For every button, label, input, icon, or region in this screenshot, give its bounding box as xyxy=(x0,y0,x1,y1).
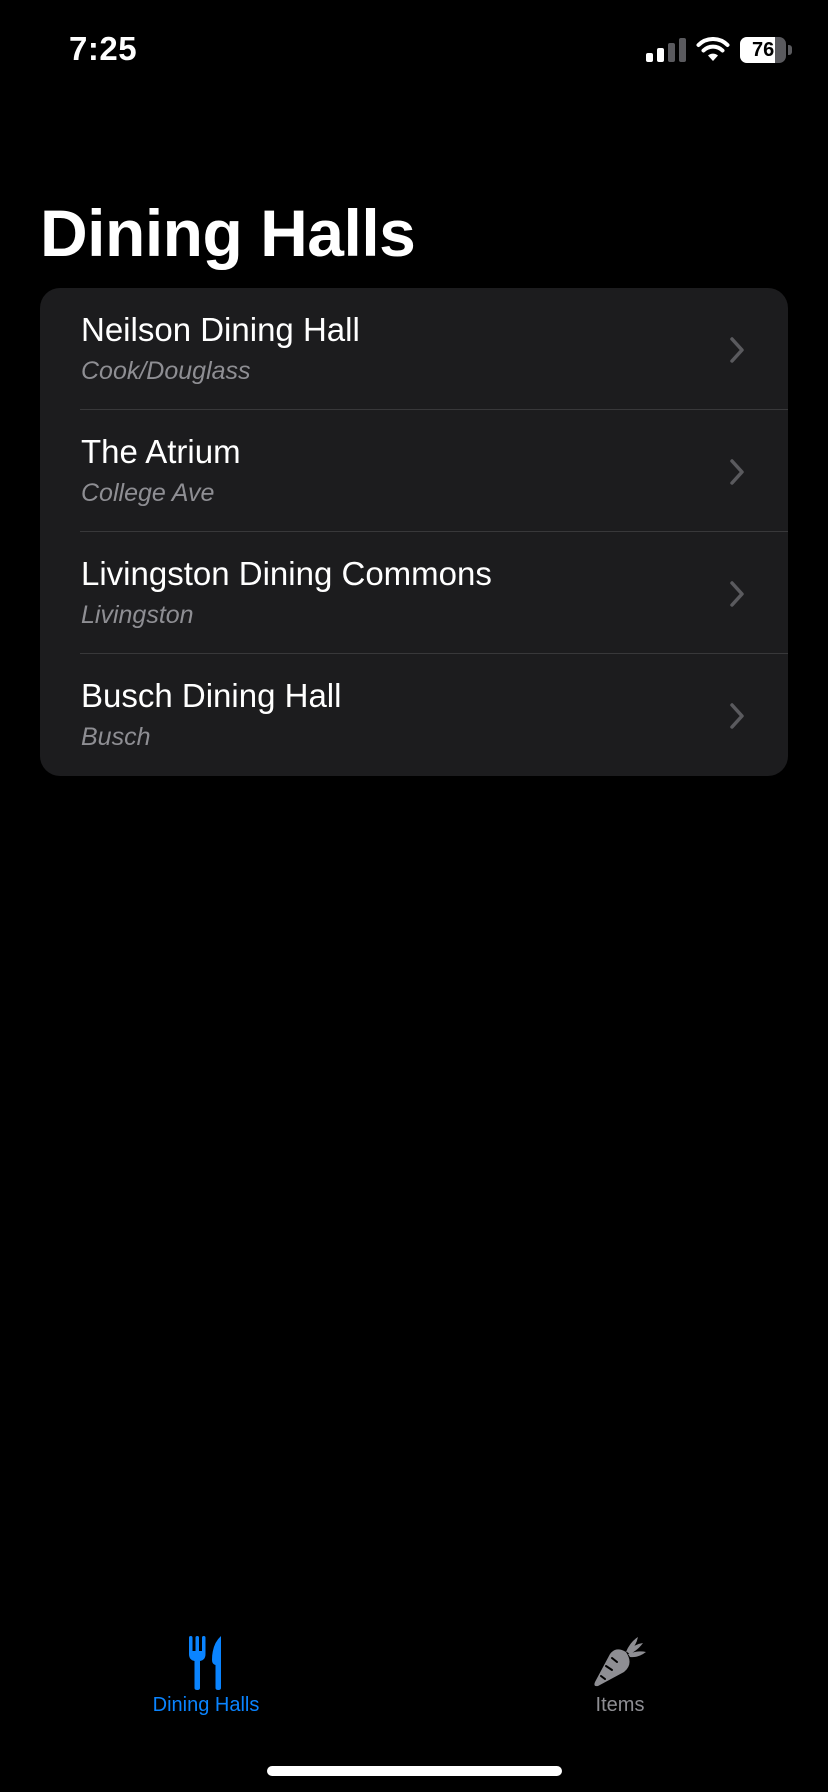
dining-hall-campus: Busch xyxy=(81,723,151,751)
dining-hall-campus: Livingston xyxy=(81,601,194,629)
status-bar: 7:25 76 xyxy=(0,0,828,100)
battery-icon: 76 xyxy=(740,37,792,63)
dining-hall-name: Neilson Dining Hall xyxy=(81,311,360,348)
wifi-icon xyxy=(696,37,730,61)
battery-percent: 76 xyxy=(751,39,775,61)
fork-knife-icon xyxy=(189,1636,221,1690)
dining-hall-name: The Atrium xyxy=(81,433,241,470)
chevron-right-icon xyxy=(730,337,744,363)
tab-items[interactable]: Items xyxy=(520,1620,720,1717)
chevron-right-icon xyxy=(730,581,744,607)
dining-hall-campus: College Ave xyxy=(81,479,215,507)
cellular-signal-icon xyxy=(646,38,686,62)
screen: 7:25 76 Dining Halls Neilson Dining Hall… xyxy=(0,0,828,1792)
tab-dining-halls[interactable]: Dining Halls xyxy=(106,1620,306,1717)
dining-hall-row[interactable]: Neilson Dining Hall Cook/Douglass xyxy=(40,288,788,410)
dining-hall-campus: Cook/Douglass xyxy=(81,357,251,385)
page-title: Dining Halls xyxy=(40,196,416,270)
dining-hall-name: Busch Dining Hall xyxy=(81,677,342,714)
carrot-icon xyxy=(594,1637,646,1687)
chevron-right-icon xyxy=(730,703,744,729)
dining-hall-row[interactable]: Livingston Dining Commons Livingston xyxy=(40,532,788,654)
status-time: 7:25 xyxy=(69,30,138,67)
tab-label: Dining Halls xyxy=(152,1694,260,1716)
tab-label: Items xyxy=(595,1694,645,1716)
dining-hall-name: Livingston Dining Commons xyxy=(81,555,492,592)
home-indicator[interactable] xyxy=(267,1766,562,1776)
tab-bar: Dining Halls Items xyxy=(0,1620,828,1730)
dining-hall-list: Neilson Dining Hall Cook/Douglass The At… xyxy=(40,288,788,776)
chevron-right-icon xyxy=(730,459,744,485)
status-icons: 76 xyxy=(646,34,792,66)
dining-hall-row[interactable]: Busch Dining Hall Busch xyxy=(40,654,788,776)
dining-hall-row[interactable]: The Atrium College Ave xyxy=(40,410,788,532)
